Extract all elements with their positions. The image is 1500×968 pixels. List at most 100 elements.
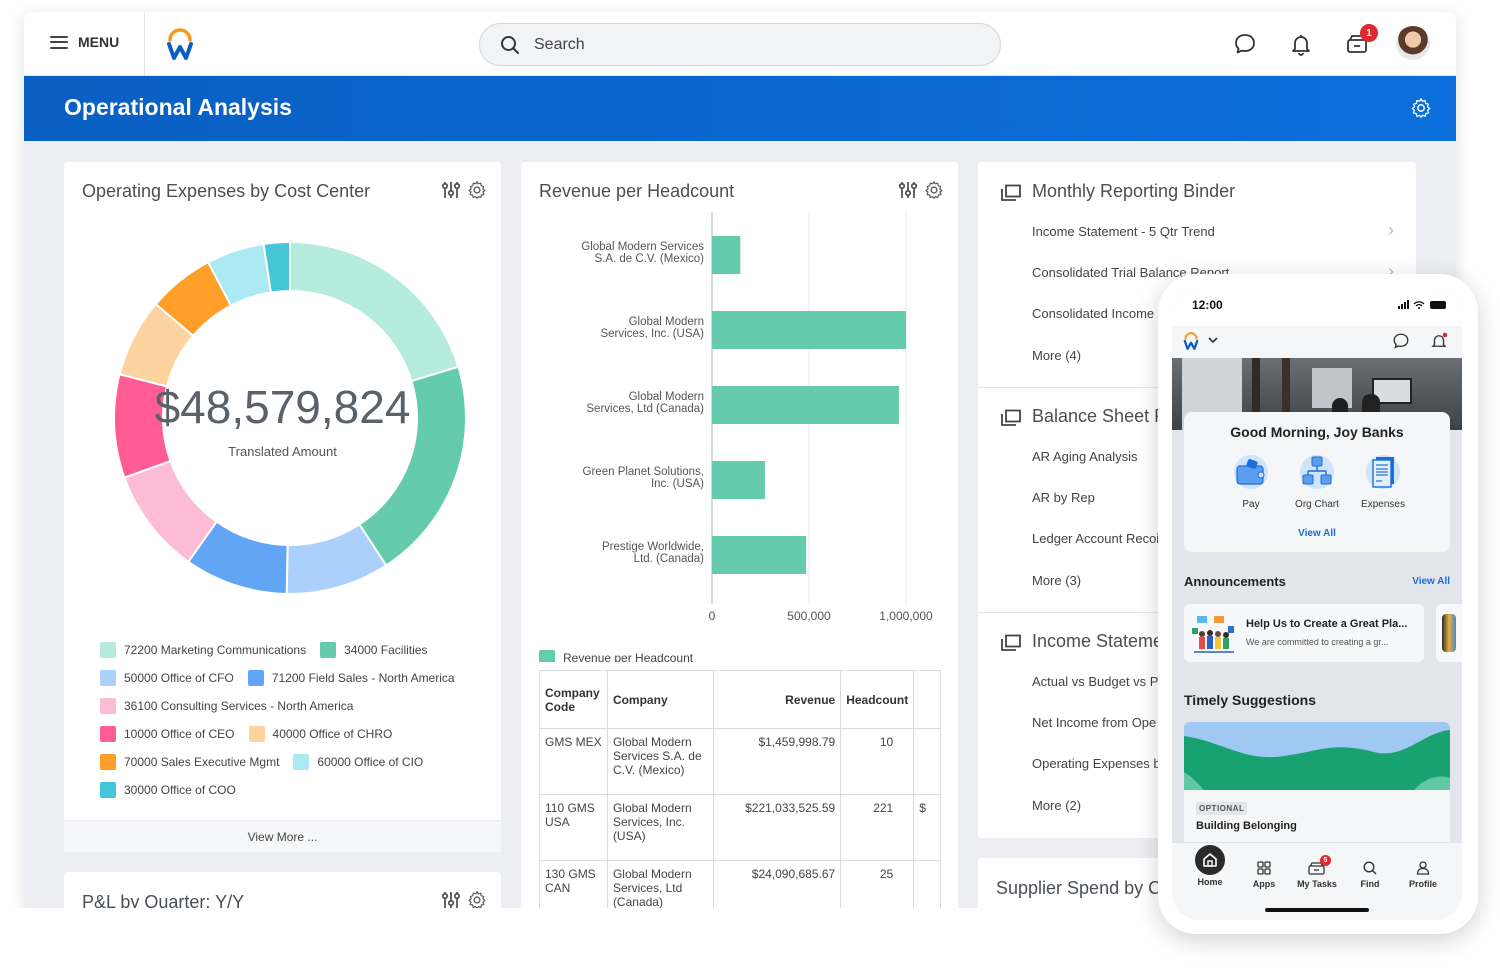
legend-item[interactable]: 72200 Marketing Communications [100, 642, 306, 658]
y-category-label: Services, Ltd (Canada) [586, 403, 704, 415]
user-avatar[interactable] [1396, 26, 1430, 60]
bar[interactable] [712, 461, 765, 499]
y-category-label: Services, Inc. (USA) [600, 328, 704, 340]
filter-sliders-icon[interactable] [441, 890, 461, 908]
mobile-app-bar [1172, 326, 1462, 358]
inbox-badge: 1 [1360, 24, 1378, 42]
legend-item[interactable]: 60000 Office of CIO [293, 754, 423, 770]
tab-home[interactable]: Home [1185, 845, 1235, 887]
search-icon [1363, 861, 1377, 875]
binder-stack-icon [1001, 184, 1021, 201]
tab-label: Apps [1252, 879, 1276, 889]
team-illustration-icon [1192, 616, 1234, 653]
chevron-right-icon[interactable]: › [1388, 220, 1394, 241]
headcount-cell[interactable]: 25 [840, 860, 915, 908]
legend-item[interactable]: 34000 Facilities [320, 642, 427, 658]
filter-sliders-icon[interactable] [441, 180, 461, 200]
suggestion-card[interactable]: OPTIONAL Building Belonging [1184, 722, 1450, 862]
legend-item[interactable]: 71200 Field Sales - North America [247, 670, 455, 686]
home-indicator [1265, 908, 1369, 912]
workday-logo[interactable] [164, 26, 196, 62]
company-link[interactable]: Global Modern Services, Ltd (Canada) [606, 860, 714, 908]
company-code-cell: 130 GMS CAN [539, 860, 608, 908]
chevron-down-icon[interactable] [1208, 336, 1218, 344]
settings-gear-icon[interactable] [467, 180, 487, 200]
company-link[interactable]: Global Modern Services S.A. de C.V. (Mex… [606, 728, 714, 795]
menu-button[interactable]: MENU [50, 34, 119, 50]
binder-section-title[interactable]: Balance Sheet F [1032, 406, 1165, 427]
signal-wifi-battery-icon [1398, 300, 1446, 309]
legend-item[interactable]: 10000 Office of CEO [100, 726, 235, 742]
more-link[interactable]: More (3) [1032, 573, 1081, 588]
tab-profile[interactable]: Profile [1398, 861, 1448, 889]
search-bar[interactable] [479, 23, 1001, 66]
company-code-cell: GMS MEX [539, 728, 608, 795]
legend-row: 50000 Office of CFO 71200 Field Sales - N… [100, 664, 490, 692]
legend-item[interactable]: 36100 Consulting Services - North Americ… [100, 698, 353, 714]
view-all-link[interactable]: View All [1184, 528, 1450, 539]
search-icon [501, 35, 519, 54]
binder-report-link[interactable]: AR by Rep [1032, 490, 1095, 505]
announcements-view-all-link[interactable]: View All [1412, 576, 1450, 587]
announcement-title: Help Us to Create a Great Pla... [1246, 618, 1408, 630]
quick-action-pay[interactable]: Pay [1216, 454, 1286, 510]
binder-report-link[interactable]: Operating Expenses b [1032, 756, 1161, 771]
workday-logo[interactable] [1182, 330, 1200, 352]
legend-label: 40000 Office of CHRO [272, 727, 393, 741]
revenue-cell[interactable]: $221,033,525.59 [712, 794, 842, 861]
announcement-card-next[interactable] [1436, 604, 1462, 662]
quick-action-expenses[interactable]: Expenses [1348, 454, 1418, 510]
chat-icon[interactable] [1233, 32, 1257, 56]
gear-icon[interactable] [1410, 97, 1432, 119]
card-title: P&L by Quarter: Y/Y [82, 892, 245, 908]
bell-icon[interactable] [1289, 32, 1313, 56]
bell-icon[interactable] [1430, 332, 1448, 350]
view-more-link[interactable]: View More ... [64, 820, 501, 852]
binder-report-link[interactable]: Income Statement - 5 Qtr Trend [1032, 224, 1215, 239]
legend-item[interactable]: 50000 Office of CFO [100, 670, 234, 686]
binder-report-link[interactable]: AR Aging Analysis [1032, 449, 1138, 464]
settings-gear-icon[interactable] [924, 180, 944, 200]
bar[interactable] [712, 536, 807, 574]
more-link[interactable]: More (2) [1032, 798, 1081, 813]
binder-report-link[interactable]: Ledger Account Recoi [1032, 531, 1159, 546]
chat-icon[interactable] [1392, 332, 1410, 350]
binder-report-link[interactable]: Consolidated Income [1032, 306, 1154, 321]
binder-report-link[interactable]: Actual vs Budget vs P [1032, 674, 1158, 689]
search-input[interactable] [534, 35, 954, 54]
wallet-icon [1234, 455, 1268, 489]
legend-label[interactable]: Revenue per Headcount [563, 651, 694, 662]
more-link[interactable]: More (4) [1032, 348, 1081, 363]
donut-slice[interactable] [289, 240, 460, 383]
bar[interactable] [712, 236, 741, 274]
filter-sliders-icon[interactable] [898, 180, 918, 200]
bar[interactable] [712, 311, 907, 349]
tab-find[interactable]: Find [1345, 861, 1395, 889]
x-tick-label: 500,000 [787, 609, 831, 623]
column-header[interactable]: Headcount [840, 670, 915, 729]
revenue-cell[interactable]: $24,090,685.67 [712, 860, 842, 908]
wave-illustration [1184, 722, 1450, 790]
y-category-label: S.A. de C.V. (Mexico) [594, 253, 704, 265]
company-link[interactable]: Global Modern Services, Inc. (USA) [606, 794, 714, 861]
pl-card: P&L by Quarter: Y/Y [64, 872, 501, 908]
binder-report-link[interactable]: Net Income from Ope [1032, 715, 1156, 730]
binder-section-title[interactable]: Income Stateme [1032, 631, 1163, 652]
legend-item[interactable]: 40000 Office of CHRO [248, 726, 393, 742]
announcement-card[interactable]: Help Us to Create a Great Pla... We are … [1184, 604, 1424, 662]
column-header[interactable]: Company [606, 670, 714, 729]
column-header[interactable]: Company Code [539, 670, 608, 729]
bar[interactable] [712, 386, 899, 424]
legend-item[interactable]: 70000 Sales Executive Mgmt [100, 754, 279, 770]
headcount-cell[interactable]: 10 [840, 728, 915, 795]
binder-section-title[interactable]: Monthly Reporting Binder [1032, 181, 1235, 202]
quick-action-label: Expenses [1361, 499, 1405, 510]
tab-my-tasks[interactable]: My Tasks 5 [1292, 855, 1342, 889]
headcount-cell[interactable]: 221 [840, 794, 915, 861]
tab-apps[interactable]: Apps [1239, 861, 1289, 889]
quick-action-org-chart[interactable]: Org Chart [1282, 454, 1352, 510]
revenue-cell[interactable]: $1,459,998.79 [712, 728, 842, 795]
column-header[interactable]: Revenue [712, 670, 842, 729]
settings-gear-icon[interactable] [467, 890, 487, 908]
legend-item[interactable]: 30000 Office of COO [100, 782, 236, 798]
